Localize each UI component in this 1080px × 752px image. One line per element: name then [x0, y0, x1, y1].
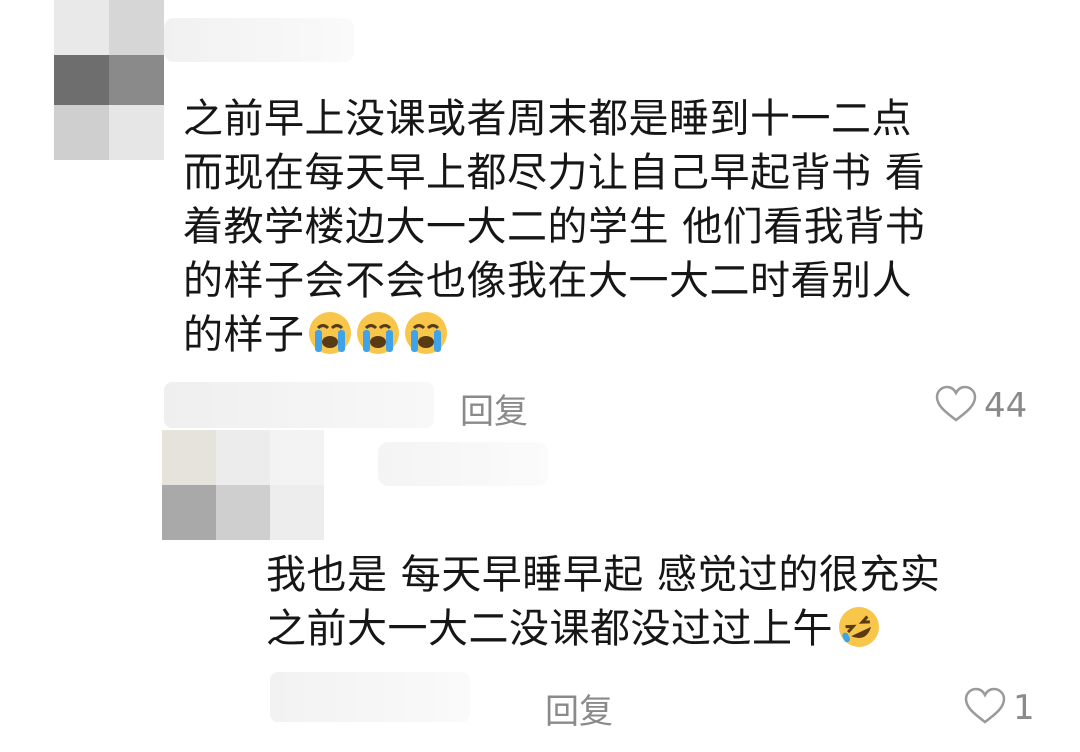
username-blurred-2[interactable] [378, 442, 548, 486]
heart-icon [934, 384, 978, 428]
reply-button[interactable]: 回复 [460, 384, 528, 433]
avatar-blurred-1[interactable] [54, 0, 164, 160]
comment-1-line: 的样子会不会也像我在大一大二时看别人 [183, 258, 912, 304]
like-button[interactable]: 1 [963, 686, 1035, 730]
username-blurred-1[interactable] [164, 18, 354, 62]
comment-1-line: 着教学楼边大一大二的学生 他们看我背书 [183, 204, 926, 250]
comment-1-line: 之前早上没课或者周末都是睡到十一二点 [183, 96, 912, 142]
loudly-crying-face-icon [403, 310, 449, 370]
comment-1-line: 的样子 [183, 312, 305, 358]
loudly-crying-face-icon [307, 310, 353, 370]
heart-icon [963, 686, 1007, 730]
comment-2-line: 之前大一大二没课都没过过上午 [266, 606, 833, 652]
comment-1-line: 而现在每天早上都尽力让自己早起背书 看 [183, 150, 926, 196]
like-button[interactable]: 44 [934, 384, 1027, 428]
loudly-crying-face-icon [355, 310, 401, 370]
like-count: 44 [984, 386, 1028, 426]
timestamp-blurred-2 [270, 672, 470, 722]
rolling-on-floor-laughing-face-icon [835, 604, 883, 664]
comment-1-text: 之前早上没课或者周末都是睡到十一二点 而现在每天早上都尽力让自己早起背书 看 着… [183, 92, 925, 370]
comment-2-line: 我也是 每天早睡早起 感觉过的很充实 [266, 552, 941, 598]
reply-button[interactable]: 回复 [545, 684, 613, 733]
like-count: 1 [1013, 688, 1035, 728]
comment-2-text: 我也是 每天早睡早起 感觉过的很充实 之前大一大二没课都没过过上午 [266, 548, 940, 664]
timestamp-blurred-1 [164, 382, 434, 428]
avatar-blurred-2[interactable] [162, 430, 378, 540]
